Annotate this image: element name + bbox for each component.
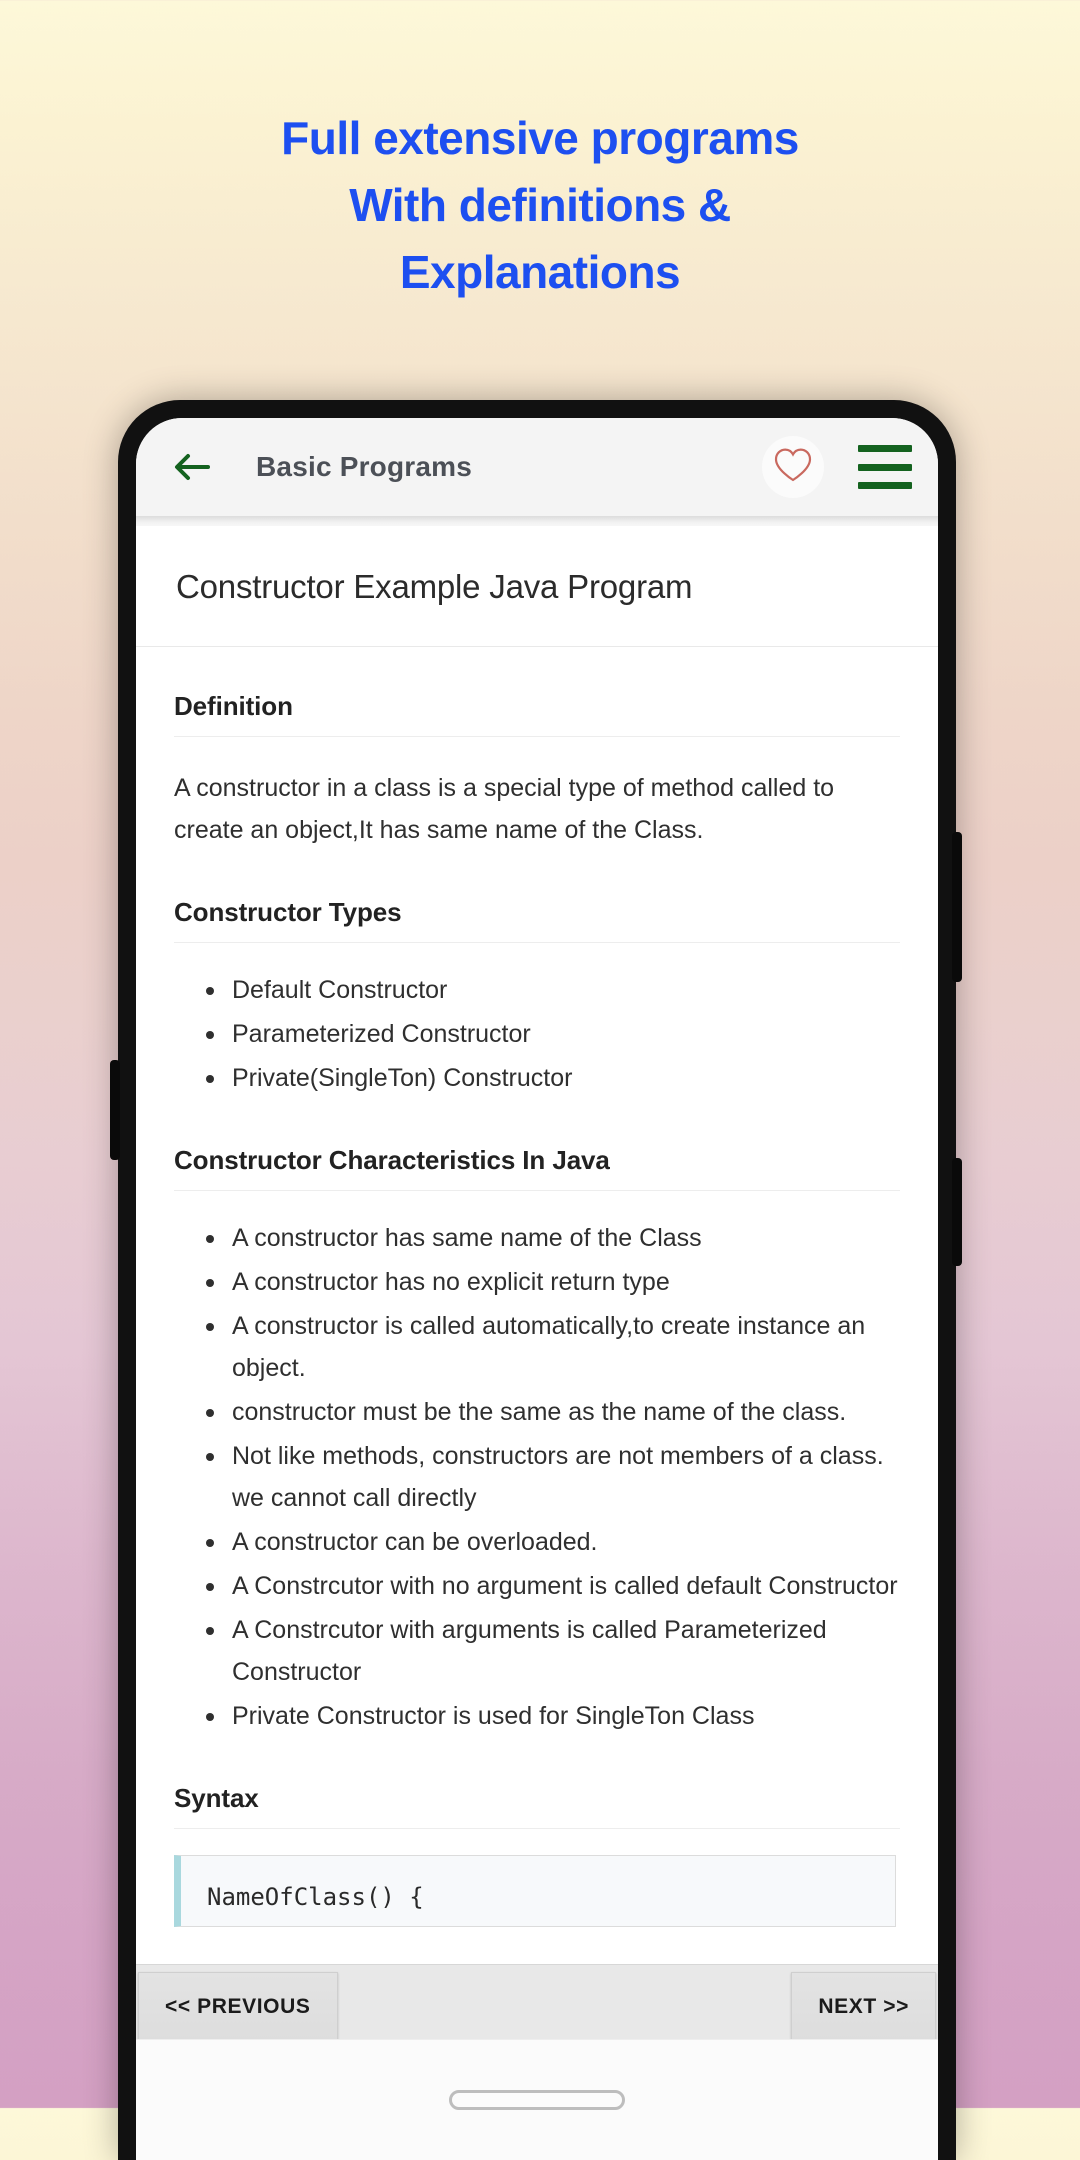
article-navigation-bar: << PREVIOUS NEXT >>: [136, 1964, 938, 2048]
app-bar: Basic Programs: [136, 418, 938, 516]
list-item: A constructor has no explicit return typ…: [206, 1261, 900, 1303]
constructor-characteristics-list: A constructor has same name of the Class…: [174, 1217, 900, 1737]
section-heading-constructor-types: Constructor Types: [174, 897, 900, 943]
section-heading-syntax: Syntax: [174, 1783, 900, 1829]
article-title: Constructor Example Java Program: [136, 526, 938, 647]
list-item: Private(SingleTon) Constructor: [206, 1057, 900, 1099]
list-item: A Constrcutor with no argument is called…: [206, 1565, 900, 1607]
list-item: A constructor is called automatically,to…: [206, 1305, 900, 1389]
promo-headline: Full extensive programs With definitions…: [0, 105, 1080, 306]
appbar-divider: [136, 516, 938, 526]
menu-bar-2: [858, 463, 912, 471]
menu-bar-3: [858, 482, 912, 489]
phone-side-button-power: [952, 1158, 962, 1266]
promo-line-3: Explanations: [399, 246, 681, 298]
back-arrow-icon[interactable]: [170, 445, 214, 489]
menu-bar-1: [858, 445, 912, 452]
syntax-code-block: NameOfClass() {: [174, 1855, 896, 1927]
section-heading-constructor-characteristics: Constructor Characteristics In Java: [174, 1145, 900, 1191]
promo-line-1: Full extensive programs: [281, 112, 799, 164]
next-button[interactable]: NEXT >>: [791, 1971, 936, 2042]
list-item: Default Constructor: [206, 969, 900, 1011]
code-text: NameOfClass() {: [207, 1883, 424, 1911]
section-heading-definition: Definition: [174, 691, 900, 737]
list-item: A Constrcutor with arguments is called P…: [206, 1609, 900, 1693]
list-item: constructor must be the same as the name…: [206, 1391, 900, 1433]
list-item: A constructor has same name of the Class: [206, 1217, 900, 1259]
list-item: Private Constructor is used for SingleTo…: [206, 1695, 900, 1737]
system-gesture-area: [136, 2039, 938, 2160]
article-content: Constructor Example Java Program Definit…: [136, 526, 938, 2048]
favorite-button[interactable]: [762, 436, 824, 498]
phone-side-button-left: [110, 1060, 120, 1160]
phone-mockup: Basic Programs Constructor Example Java …: [118, 400, 956, 2160]
hamburger-menu-icon[interactable]: [858, 445, 912, 489]
constructor-types-list: Default Constructor Parameterized Constr…: [174, 969, 900, 1099]
list-item: A constructor can be overloaded.: [206, 1521, 900, 1563]
phone-screen: Basic Programs Constructor Example Java …: [136, 418, 938, 2160]
definition-paragraph: A constructor in a class is a special ty…: [174, 774, 835, 844]
list-item: Not like methods, constructors are not m…: [206, 1435, 900, 1519]
phone-side-button-volume: [952, 832, 962, 982]
home-indicator[interactable]: [449, 2090, 625, 2110]
heart-outline-icon: [773, 446, 813, 489]
article-body: Definition A constructor in a class is a…: [136, 691, 938, 1927]
promo-line-2: With definitions &: [349, 179, 731, 231]
list-item: Parameterized Constructor: [206, 1013, 900, 1055]
page-title: Basic Programs: [256, 451, 473, 482]
previous-button[interactable]: << PREVIOUS: [138, 1971, 338, 2042]
